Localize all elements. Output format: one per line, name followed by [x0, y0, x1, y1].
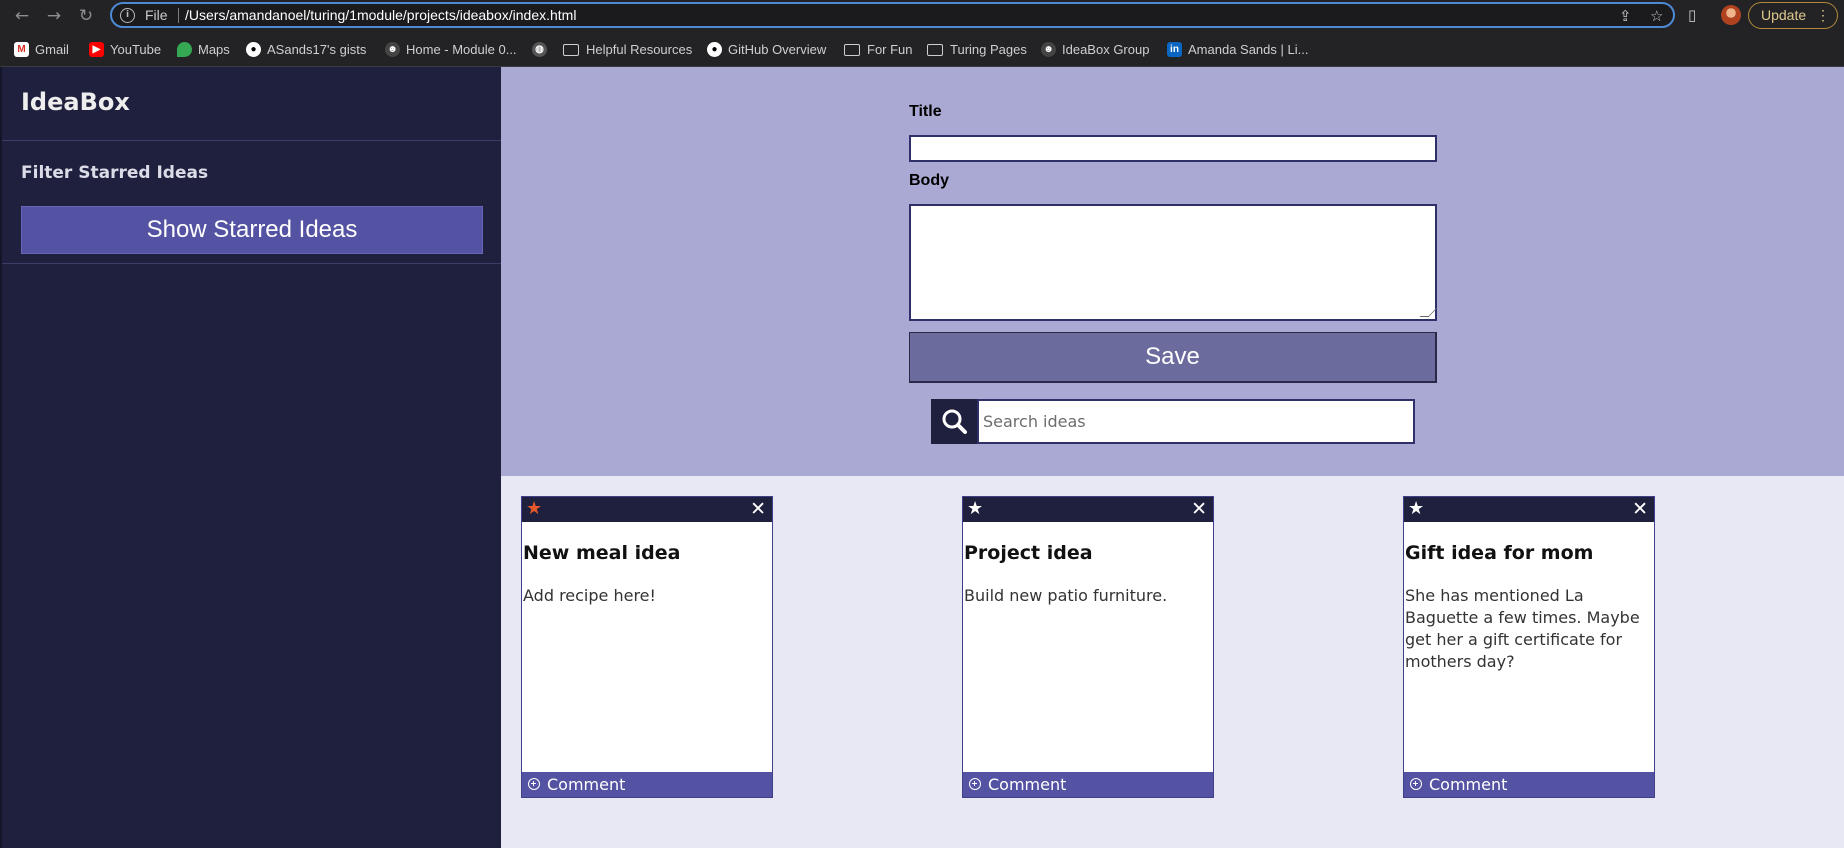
bookmark-helpful-resources[interactable]: Helpful Resources: [563, 40, 692, 58]
back-icon[interactable]: ←: [12, 6, 32, 26]
filter-heading: Filter Starred Ideas: [21, 163, 209, 183]
bookmark-turing-pages[interactable]: Turing Pages: [927, 40, 1027, 58]
divider: [2, 263, 501, 264]
maps-icon: [177, 41, 192, 57]
body-label: Body: [909, 172, 949, 189]
bookmark-globe[interactable]: ◍: [532, 40, 553, 58]
bookmark-linkedin[interactable]: in Amanda Sands | Li...: [1167, 40, 1308, 58]
idea-card: ★ ✕ New meal idea Add recipe here! Comme…: [521, 496, 773, 798]
card-header: ★ ✕: [1404, 497, 1654, 522]
divider: [2, 140, 501, 141]
star-icon[interactable]: ★: [526, 498, 542, 520]
card-header: ★ ✕: [963, 497, 1213, 522]
bookmark-gists[interactable]: ● ASands17's gists: [246, 40, 366, 58]
add-circle-icon: [528, 778, 540, 790]
share-icon[interactable]: ⇪: [1619, 7, 1632, 25]
sidebar: IdeaBox Filter Starred Ideas Show Starre…: [0, 67, 501, 848]
comment-button[interactable]: Comment: [522, 772, 772, 797]
update-button[interactable]: Update ⋮: [1748, 2, 1838, 29]
star-icon[interactable]: ★: [967, 498, 983, 520]
bookmark-youtube[interactable]: ▶ YouTube: [89, 40, 161, 58]
card-title: New meal idea: [523, 542, 681, 564]
github-icon: ●: [707, 41, 722, 57]
globe-icon: ◍: [532, 41, 547, 57]
info-icon[interactable]: i: [120, 8, 135, 23]
bookmark-gmail[interactable]: M Gmail: [14, 40, 69, 58]
bookmark-home-module[interactable]: ☻ Home - Module 0...: [385, 40, 517, 58]
side-panel-icon[interactable]: ▯: [1688, 6, 1696, 24]
add-circle-icon: [1410, 778, 1422, 790]
close-icon[interactable]: ✕: [750, 498, 766, 520]
card-title: Project idea: [964, 542, 1093, 564]
bookmark-star-icon[interactable]: ☆: [1650, 7, 1663, 25]
idea-form: Title Body Save Search ideas: [501, 67, 1844, 476]
close-icon[interactable]: ✕: [1632, 498, 1648, 520]
update-label: Update: [1761, 7, 1807, 23]
idea-card: ★ ✕ Gift idea for mom She has mentioned …: [1403, 496, 1655, 798]
youtube-icon: ▶: [89, 41, 104, 57]
brand-title: IdeaBox: [21, 88, 130, 116]
profile-avatar[interactable]: [1721, 5, 1741, 25]
search-button[interactable]: [931, 399, 978, 444]
close-icon[interactable]: ✕: [1191, 498, 1207, 520]
bookmark-for-fun[interactable]: For Fun: [844, 40, 913, 58]
star-icon[interactable]: ★: [1408, 498, 1424, 520]
turing-icon: ☻: [1041, 41, 1056, 57]
comment-button[interactable]: Comment: [1404, 772, 1654, 797]
bookmark-maps[interactable]: Maps: [177, 40, 230, 58]
card-header: ★ ✕: [522, 497, 772, 522]
bookmark-ideabox-group[interactable]: ☻ IdeaBox Group: [1041, 40, 1149, 58]
search-input[interactable]: Search ideas: [977, 399, 1415, 444]
card-body: Add recipe here!: [523, 586, 656, 605]
forward-icon[interactable]: →: [44, 6, 64, 26]
more-icon[interactable]: ⋮: [1816, 3, 1830, 27]
folder-icon: [563, 44, 579, 56]
add-circle-icon: [969, 778, 981, 790]
save-button[interactable]: Save: [909, 332, 1437, 383]
url-text[interactable]: /Users/amandanoel/turing/1module/project…: [185, 7, 576, 23]
search-icon: [942, 409, 967, 434]
reload-icon[interactable]: ↻: [76, 6, 96, 26]
folder-icon: [927, 44, 943, 56]
title-label: Title: [909, 103, 942, 120]
card-title: Gift idea for mom: [1405, 542, 1594, 564]
search-bar: Search ideas: [931, 399, 1415, 444]
comment-label: Comment: [988, 775, 1067, 794]
browser-toolbar: ← → ↻ i File /Users/amandanoel/turing/1m…: [0, 0, 1844, 33]
bookmarks-bar: M Gmail ▶ YouTube Maps ● ASands17's gists ☻…: [0, 33, 1844, 67]
linkedin-icon: in: [1167, 41, 1182, 57]
bookmark-github-overview[interactable]: ● GitHub Overview: [707, 40, 826, 58]
comment-label: Comment: [547, 775, 626, 794]
address-bar[interactable]: i File /Users/amandanoel/turing/1module/…: [110, 2, 1675, 28]
folder-icon: [844, 44, 860, 56]
comment-button[interactable]: Comment: [963, 772, 1213, 797]
github-icon: ●: [246, 41, 261, 57]
card-body: She has mentioned La Baguette a few time…: [1405, 586, 1640, 671]
card-body: Build new patio furniture.: [964, 586, 1168, 605]
ideas-grid: ★ ✕ New meal idea Add recipe here! Comme…: [501, 476, 1844, 848]
show-starred-button[interactable]: Show Starred Ideas: [21, 206, 483, 254]
divider: [178, 8, 179, 23]
idea-card: ★ ✕ Project idea Build new patio furnitu…: [962, 496, 1214, 798]
turing-icon: ☻: [385, 41, 400, 57]
comment-label: Comment: [1429, 775, 1508, 794]
body-textarea[interactable]: [909, 204, 1438, 321]
title-input[interactable]: [909, 135, 1437, 162]
scheme-label: File: [145, 7, 168, 23]
resize-handle[interactable]: [1419, 308, 1438, 317]
gmail-icon: M: [14, 41, 29, 57]
